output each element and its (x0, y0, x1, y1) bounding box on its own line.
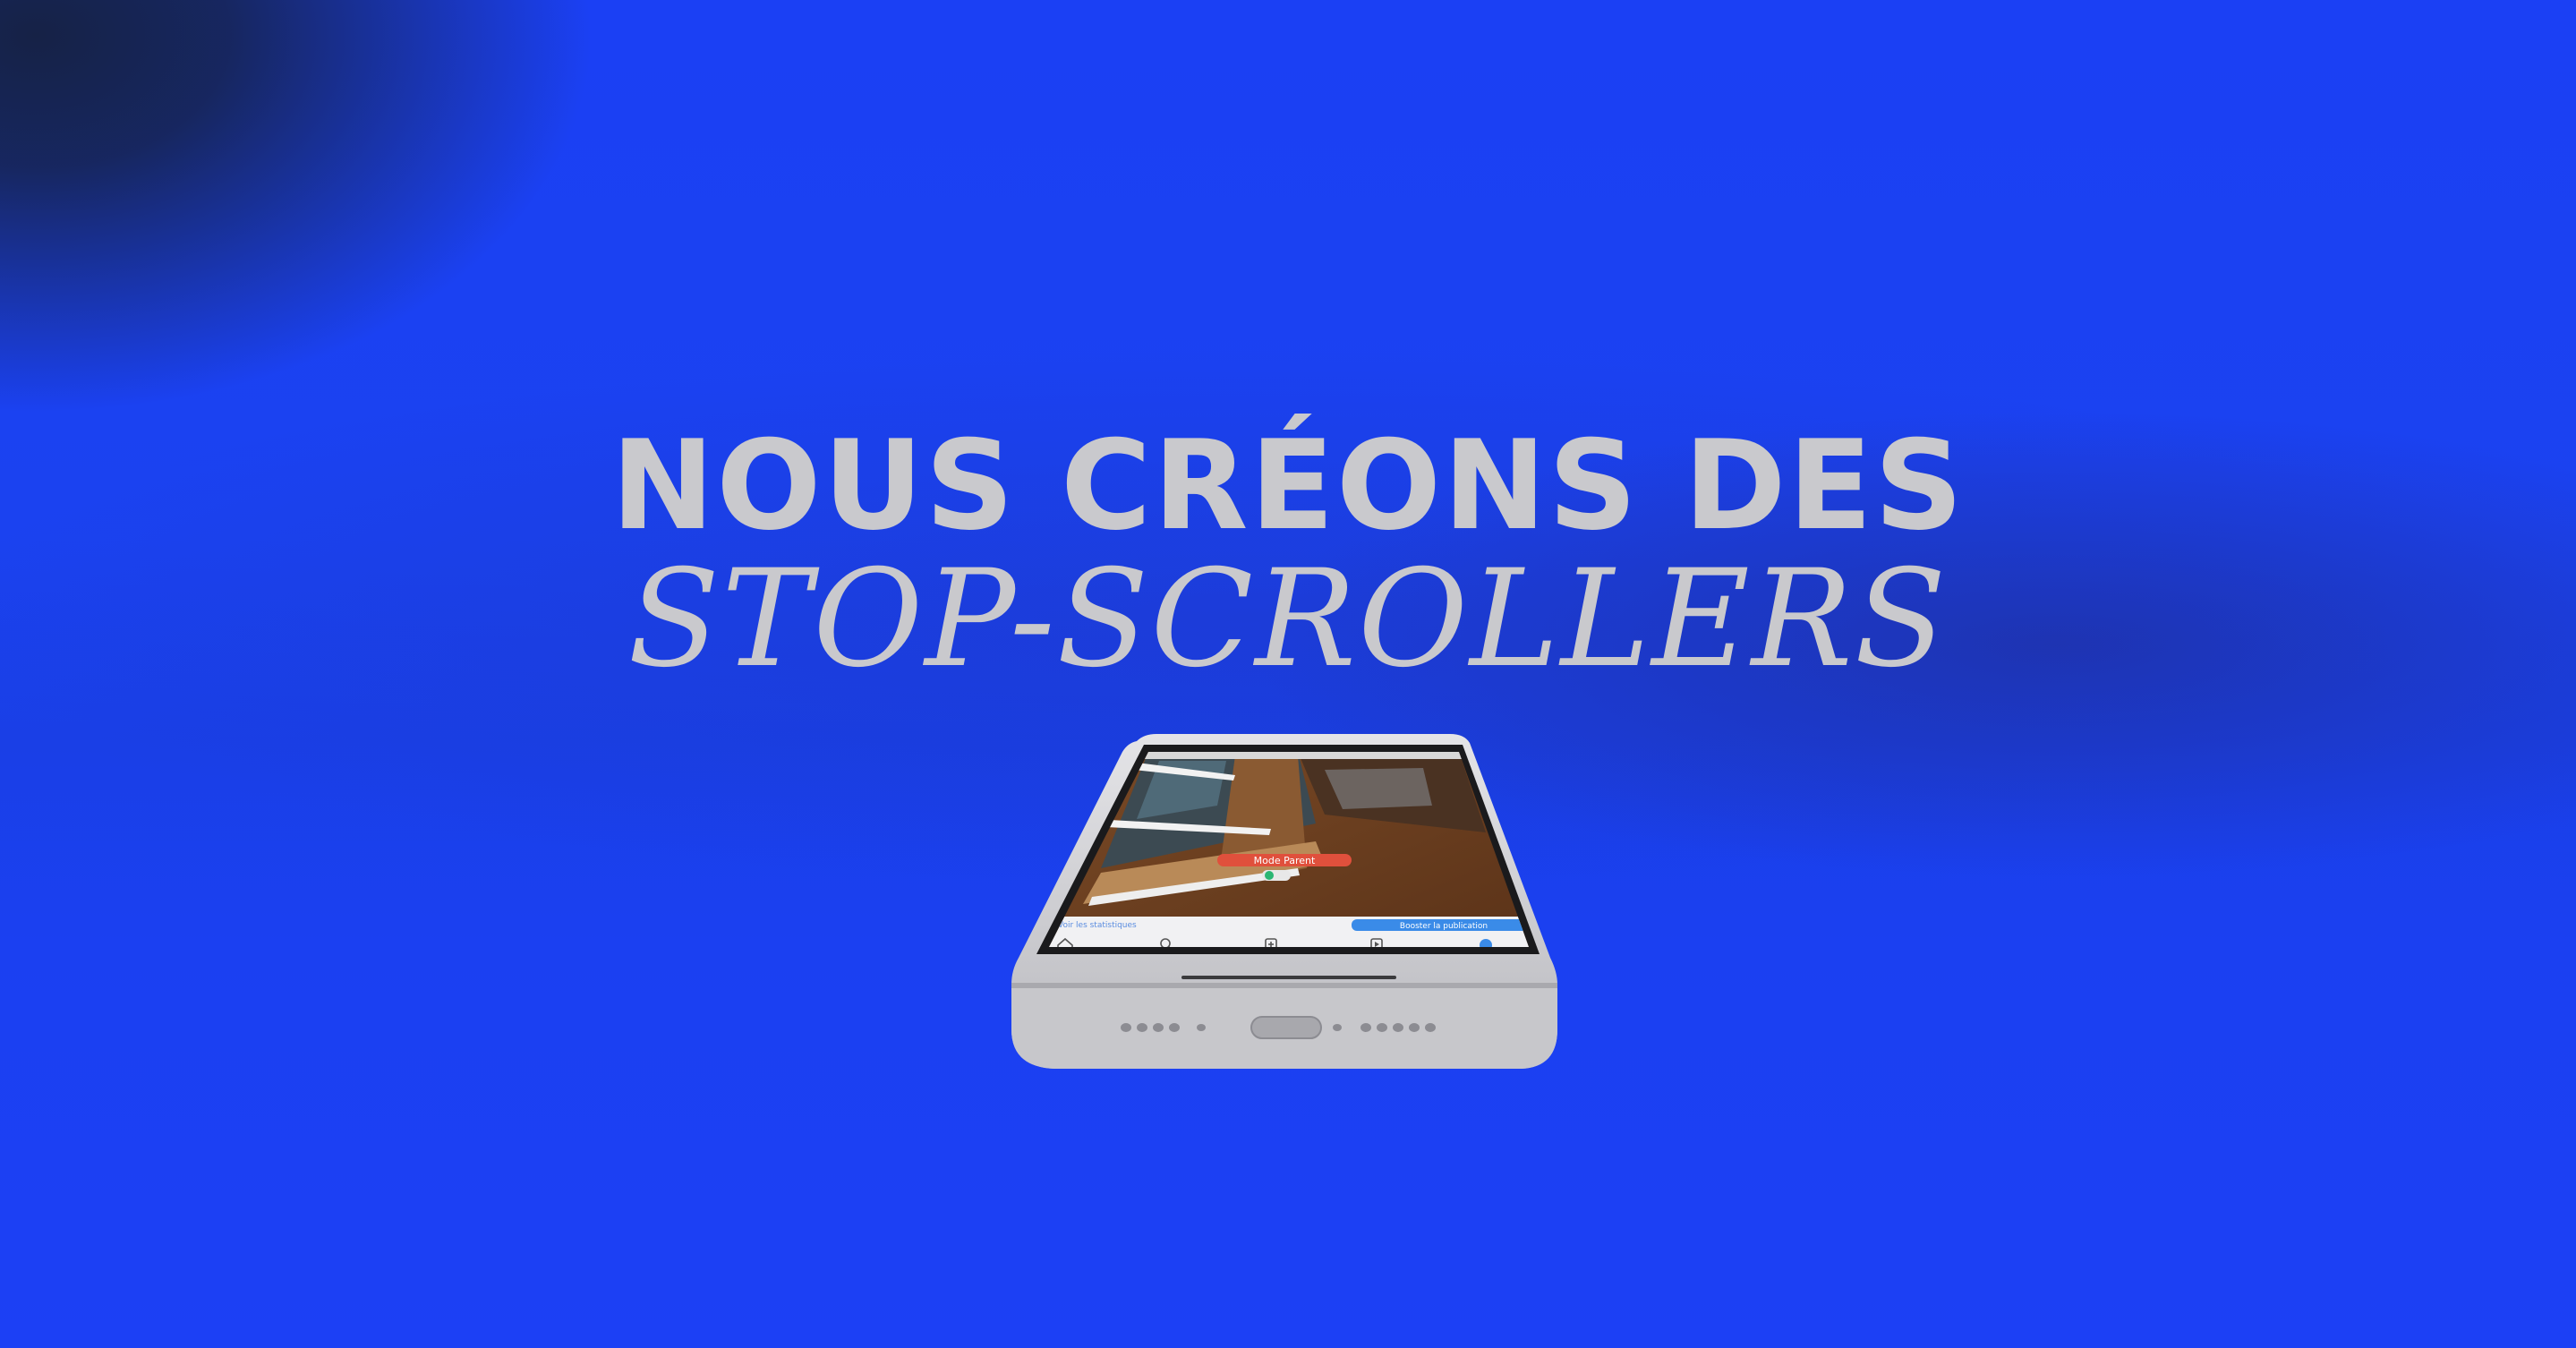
stats-link: Voir les statistiques (1058, 921, 1137, 930)
hero-section: NOUS CRÉONS DES STOP-SCROLLERS Mode Pare… (0, 0, 2576, 1348)
headline-line-2: STOP-SCROLLERS (627, 542, 1949, 697)
mode-parent-badge: Mode Parent (1217, 854, 1352, 866)
headline-line-1: NOUS CRÉONS DES (610, 414, 1966, 558)
svg-text:Booster la publication: Booster la publication (1400, 922, 1488, 931)
toggle-switch (1262, 870, 1291, 881)
charging-port (1250, 1016, 1322, 1039)
phone-mockup: Mode Parent Voir les statistiques Booste… (1011, 734, 1557, 1069)
svg-text:Mode Parent: Mode Parent (1254, 855, 1316, 866)
promote-button: Booster la publication (1352, 919, 1529, 931)
home-indicator (1181, 976, 1396, 979)
